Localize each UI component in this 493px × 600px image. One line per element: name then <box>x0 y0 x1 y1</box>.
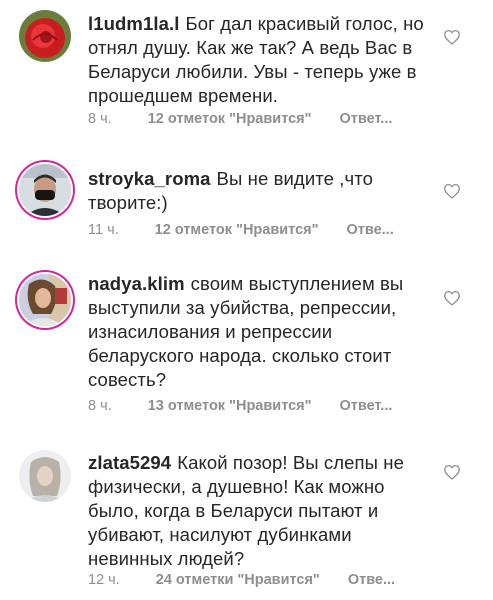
avatar[interactable] <box>19 164 71 216</box>
reply-button[interactable]: Ответ... <box>340 111 393 127</box>
heart-outline-icon[interactable] <box>443 464 461 480</box>
comment-time: 8 ч. <box>88 111 112 127</box>
comment-text: stroyka_roma Вы не видите ,что творите:) <box>88 167 436 215</box>
comment-time: 12 ч. <box>88 572 120 588</box>
comment-item: zlata5294 Какой позор! Вы слепы не физиче… <box>0 430 493 600</box>
likes-count-link[interactable]: 24 отметки "Нравится" <box>156 572 320 588</box>
heart-outline-icon[interactable] <box>443 29 461 45</box>
comment-username[interactable]: l1udm1la.l <box>88 13 179 34</box>
comment-username[interactable]: zlata5294 <box>88 452 171 473</box>
comment-username[interactable]: stroyka_roma <box>88 168 211 189</box>
heart-outline-icon[interactable] <box>443 290 461 306</box>
comment-meta: 11 ч. 12 отметок "Нравится" Отве... <box>88 222 394 238</box>
comment-time: 8 ч. <box>88 398 112 414</box>
heart-outline-icon[interactable] <box>443 183 461 199</box>
comment-item: l1udm1la.l Бог дал красивый голос, но отн… <box>0 0 493 140</box>
comment-text: zlata5294 Какой позор! Вы слепы не физиче… <box>88 451 436 571</box>
comment-time: 11 ч. <box>88 222 119 238</box>
avatar[interactable] <box>19 10 71 62</box>
likes-count-link[interactable]: 13 отметок "Нравится" <box>148 398 312 414</box>
comment-text: nadya.klim своим выступлением вы выступил… <box>88 272 436 392</box>
comment-meta: 12 ч. 24 отметки "Нравится" Отве... <box>88 572 395 588</box>
avatar[interactable] <box>19 274 71 326</box>
comment-meta: 8 ч. 13 отметок "Нравится" Ответ... <box>88 398 392 414</box>
comment-username[interactable]: nadya.klim <box>88 273 185 294</box>
reply-button[interactable]: Отве... <box>346 222 393 238</box>
comment-text: l1udm1la.l Бог дал красивый голос, но отн… <box>88 12 436 108</box>
comment-item: nadya.klim своим выступлением вы выступил… <box>0 260 493 430</box>
comment-item: stroyka_roma Вы не видите ,что творите:) … <box>0 140 493 260</box>
likes-count-link[interactable]: 12 отметок "Нравится" <box>155 222 319 238</box>
comment-meta: 8 ч. 12 отметок "Нравится" Ответ... <box>88 111 392 127</box>
avatar[interactable] <box>19 450 71 502</box>
reply-button[interactable]: Ответ... <box>340 398 393 414</box>
likes-count-link[interactable]: 12 отметок "Нравится" <box>148 111 312 127</box>
reply-button[interactable]: Отве... <box>348 572 395 588</box>
